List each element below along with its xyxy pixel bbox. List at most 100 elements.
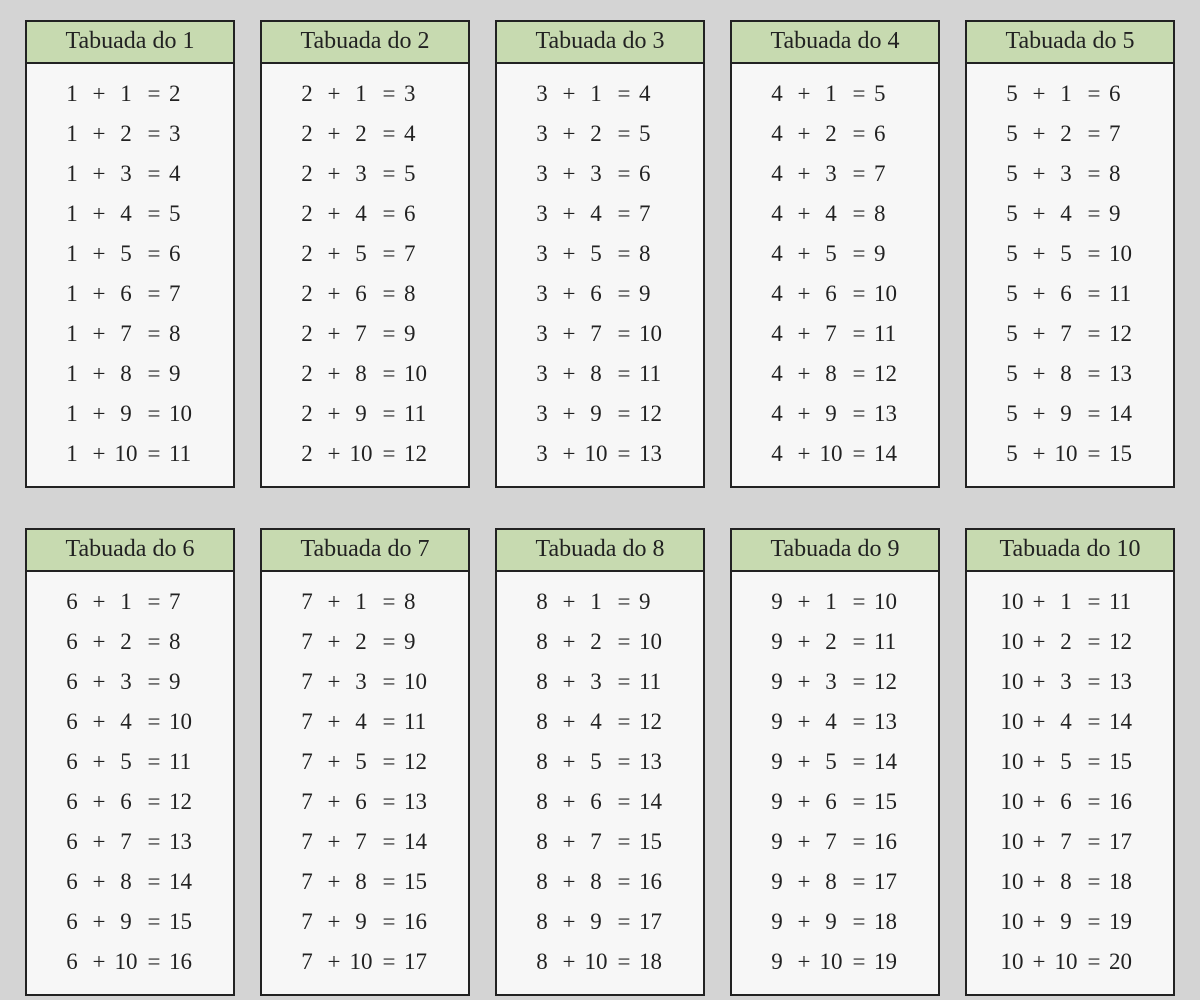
tabuada-title: Tabuada do 9 [732, 530, 938, 572]
addend-b: 6 [344, 782, 378, 822]
addend-b: 3 [814, 662, 848, 702]
plus-sign: + [1029, 74, 1049, 114]
equals-sign: = [378, 782, 400, 822]
addend-b: 5 [814, 234, 848, 274]
equation-row: 3+4=7 [497, 194, 703, 234]
plus-sign: + [1029, 314, 1049, 354]
addend-a: 1 [55, 114, 89, 154]
addend-a: 7 [290, 822, 324, 862]
equation-row: 9+6=15 [732, 782, 938, 822]
addend-a: 2 [290, 194, 324, 234]
equation-row: 9+9=18 [732, 902, 938, 942]
equation-row: 10+3=13 [967, 662, 1173, 702]
plus-sign: + [559, 822, 579, 862]
equation-row: 6+2=8 [27, 622, 233, 662]
addend-a: 2 [290, 74, 324, 114]
equation-row: 2+9=11 [262, 394, 468, 434]
addend-a: 8 [525, 622, 559, 662]
plus-sign: + [89, 74, 109, 114]
plus-sign: + [794, 74, 814, 114]
equals-sign: = [378, 822, 400, 862]
tabuada-title: Tabuada do 3 [497, 22, 703, 64]
addend-a: 8 [525, 942, 559, 982]
addend-a: 8 [525, 782, 559, 822]
equation-row: 9+1=10 [732, 582, 938, 622]
addend-b: 1 [579, 582, 613, 622]
result: 19 [870, 942, 910, 982]
equation-row: 5+8=13 [967, 354, 1173, 394]
plus-sign: + [1029, 622, 1049, 662]
tabuada-card-5: Tabuada do 55+1=65+2=75+3=85+4=95+5=105+… [965, 20, 1175, 488]
tabuada-card-8: Tabuada do 88+1=98+2=108+3=118+4=128+5=1… [495, 528, 705, 996]
equals-sign: = [143, 782, 165, 822]
equals-sign: = [848, 662, 870, 702]
equals-sign: = [848, 154, 870, 194]
equation-row: 1+6=7 [27, 274, 233, 314]
equation-row: 3+10=13 [497, 434, 703, 474]
plus-sign: + [559, 662, 579, 702]
equation-row: 2+10=12 [262, 434, 468, 474]
equation-row: 2+6=8 [262, 274, 468, 314]
equation-row: 1+2=3 [27, 114, 233, 154]
addend-a: 9 [760, 782, 794, 822]
plus-sign: + [559, 394, 579, 434]
plus-sign: + [794, 862, 814, 902]
equation-row: 3+2=5 [497, 114, 703, 154]
equals-sign: = [378, 862, 400, 902]
result: 11 [1105, 582, 1145, 622]
equation-row: 4+4=8 [732, 194, 938, 234]
plus-sign: + [324, 154, 344, 194]
equation-row: 4+8=12 [732, 354, 938, 394]
result: 10 [165, 702, 205, 742]
equals-sign: = [1083, 434, 1105, 474]
addend-b: 10 [344, 942, 378, 982]
tabuada-card-3: Tabuada do 33+1=43+2=53+3=63+4=73+5=83+6… [495, 20, 705, 488]
equation-row: 8+8=16 [497, 862, 703, 902]
addend-b: 10 [579, 942, 613, 982]
plus-sign: + [794, 154, 814, 194]
equals-sign: = [613, 742, 635, 782]
addend-a: 5 [995, 114, 1029, 154]
equation-row: 5+2=7 [967, 114, 1173, 154]
plus-sign: + [794, 662, 814, 702]
result: 17 [870, 862, 910, 902]
addend-a: 9 [760, 822, 794, 862]
equation-row: 4+9=13 [732, 394, 938, 434]
equation-row: 4+2=6 [732, 114, 938, 154]
addend-a: 7 [290, 702, 324, 742]
addend-b: 9 [579, 394, 613, 434]
equation-row: 1+8=9 [27, 354, 233, 394]
result: 14 [1105, 394, 1145, 434]
equation-row: 7+8=15 [262, 862, 468, 902]
plus-sign: + [794, 742, 814, 782]
equals-sign: = [1083, 702, 1105, 742]
plus-sign: + [1029, 274, 1049, 314]
result: 10 [870, 582, 910, 622]
equation-row: 10+6=16 [967, 782, 1173, 822]
result: 4 [165, 154, 205, 194]
addend-a: 10 [995, 742, 1029, 782]
equals-sign: = [378, 702, 400, 742]
equals-sign: = [143, 622, 165, 662]
result: 12 [165, 782, 205, 822]
equals-sign: = [613, 354, 635, 394]
result: 15 [635, 822, 675, 862]
equals-sign: = [848, 314, 870, 354]
equals-sign: = [143, 394, 165, 434]
equation-row: 5+3=8 [967, 154, 1173, 194]
addend-b: 2 [344, 622, 378, 662]
equals-sign: = [613, 702, 635, 742]
plus-sign: + [324, 74, 344, 114]
result: 14 [635, 782, 675, 822]
equals-sign: = [378, 234, 400, 274]
plus-sign: + [559, 702, 579, 742]
addend-b: 5 [344, 742, 378, 782]
plus-sign: + [1029, 862, 1049, 902]
equals-sign: = [378, 902, 400, 942]
result: 7 [400, 234, 440, 274]
addend-a: 2 [290, 314, 324, 354]
plus-sign: + [559, 942, 579, 982]
result: 3 [400, 74, 440, 114]
addend-a: 1 [55, 154, 89, 194]
addend-a: 7 [290, 782, 324, 822]
